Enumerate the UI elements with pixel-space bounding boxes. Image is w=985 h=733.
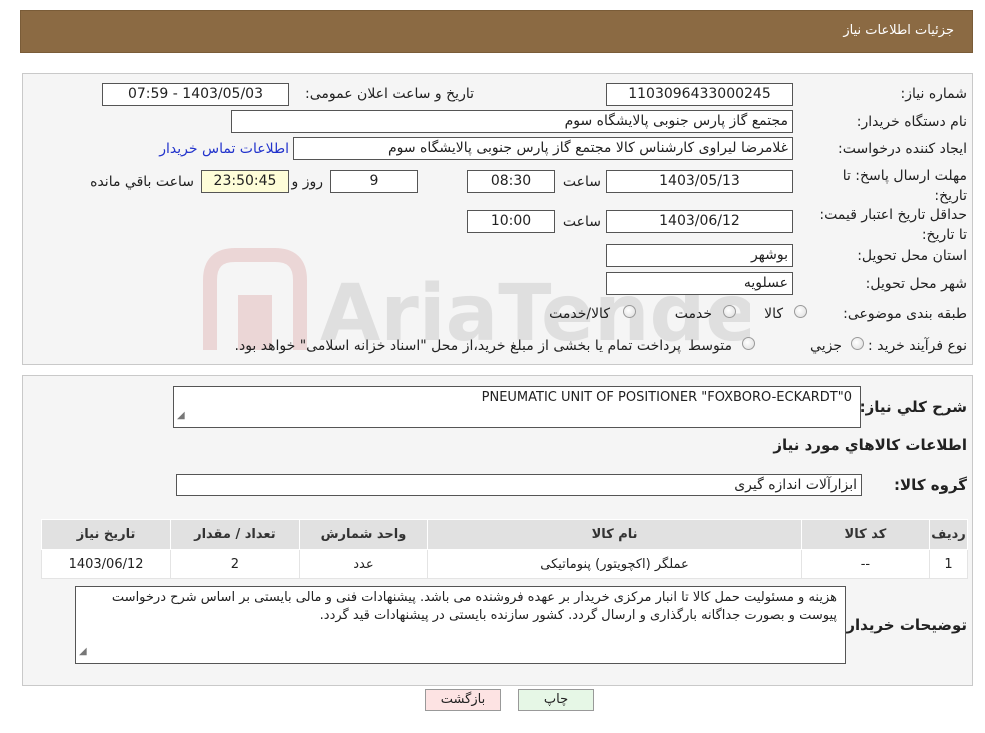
buyer-notes-text: هزینه و مسئولیت حمل کالا تا انبار مرکزی … xyxy=(111,590,837,623)
process-medium-label: متوسط xyxy=(688,338,732,354)
city-field: عسلویه xyxy=(606,272,793,295)
col-date: تاریخ نیاز xyxy=(40,519,172,550)
resize-grip-icon[interactable]: ◢ xyxy=(177,407,185,425)
process-label: نوع فرآیند خرید : xyxy=(868,338,967,354)
process-radio-minor[interactable] xyxy=(851,337,864,350)
days-field: 9 xyxy=(330,170,418,193)
buyer-contact-link[interactable]: اطلاعات تماس خریدار xyxy=(159,141,289,157)
announce-label: تاریخ و ساعت اعلان عمومی: xyxy=(305,86,474,102)
category-service-label: خدمت xyxy=(674,306,712,322)
goods-group-label: گروه کالا: xyxy=(894,476,967,494)
process-minor-label: جزیي xyxy=(810,338,842,354)
col-code: کد کالا xyxy=(800,519,931,550)
price-time-field: 10:00 xyxy=(467,210,555,233)
cell-qty: 2 xyxy=(170,549,300,579)
remaining-time-field: 23:50:45 xyxy=(201,170,289,193)
col-row: ردیف xyxy=(929,519,968,550)
category-radio-service[interactable] xyxy=(723,305,736,318)
buyer-org-field: مجتمع گاز پارس جنوبی پالایشگاه سوم xyxy=(231,110,793,133)
cell-name: عملگر (اکچویتور) پنوماتیکی xyxy=(427,549,802,579)
remaining-label: ساعت باقي مانده xyxy=(90,174,194,190)
back-button[interactable]: بازگشت xyxy=(425,689,501,711)
page-title: جزئیات اطلاعات نیاز xyxy=(843,23,954,38)
cell-code: -- xyxy=(800,549,931,579)
province-field: بوشهر xyxy=(606,244,793,267)
process-radio-medium[interactable] xyxy=(742,337,755,350)
col-unit: واحد شمارش xyxy=(298,519,429,550)
announce-datetime-field: 1403/05/03 - 07:59 xyxy=(102,83,289,106)
cell-row: 1 xyxy=(929,549,968,579)
cell-date: 1403/06/12 xyxy=(40,549,172,579)
province-label: استان محل تحویل: xyxy=(857,248,967,264)
need-number-field: 1103096433000245 xyxy=(606,83,793,106)
days-label: روز و xyxy=(291,174,324,190)
category-goods-label: کالا xyxy=(764,306,783,322)
goods-group-field: ابزارآلات اندازه گیری xyxy=(176,474,862,496)
buyer-notes-label: توضیحات خریدار: xyxy=(840,616,967,634)
reply-time-field: 08:30 xyxy=(467,170,555,193)
reply-time-label: ساعت xyxy=(562,174,601,190)
need-number-label: شماره نیاز: xyxy=(900,86,968,102)
category-radio-goods-service[interactable] xyxy=(623,305,636,318)
category-radio-goods[interactable] xyxy=(794,305,807,318)
buyer-org-label: نام دستگاه خریدار: xyxy=(856,114,967,130)
cell-unit: عدد xyxy=(298,549,429,579)
summary-textarea[interactable]: PNEUMATIC UNIT OF POSITIONER "FOXBORO-EC… xyxy=(173,386,861,428)
summary-label: شرح کلي نیاز: xyxy=(859,398,967,416)
goods-table-header: ردیف کد کالا نام کالا واحد شمارش تعداد /… xyxy=(40,519,968,550)
process-payment-note: پرداخت تمام یا بخشی از مبلغ خرید،از محل … xyxy=(234,338,681,354)
requester-field: غلامرضا لیراوی کارشناس کالا مجتمع گاز پا… xyxy=(293,137,793,160)
goods-table: ردیف کد کالا نام کالا واحد شمارش تعداد /… xyxy=(40,519,968,579)
buyer-notes-textarea[interactable]: هزینه و مسئولیت حمل کالا تا انبار مرکزی … xyxy=(75,586,846,664)
reply-date-field: 1403/05/13 xyxy=(606,170,793,193)
requester-label: ایجاد کننده درخواست: xyxy=(838,141,967,157)
col-name: نام کالا xyxy=(427,519,802,550)
price-date-field: 1403/06/12 xyxy=(606,210,793,233)
category-goods-service-label: کالا/خدمت xyxy=(549,306,610,322)
col-qty: تعداد / مقدار xyxy=(170,519,300,550)
goods-section-title: اطلاعات کالاهاي مورد نیاز xyxy=(773,436,967,454)
print-button[interactable]: چاپ xyxy=(518,689,594,711)
category-label: طبقه بندی موضوعی: xyxy=(843,306,967,322)
price-time-label: ساعت xyxy=(562,214,601,230)
summary-text: PNEUMATIC UNIT OF POSITIONER "FOXBORO-EC… xyxy=(481,390,852,405)
table-row: 1 -- عملگر (اکچویتور) پنوماتیکی عدد 2 14… xyxy=(40,549,968,579)
page-header: جزئیات اطلاعات نیاز xyxy=(20,10,973,53)
reply-deadline-label: مهلت ارسال پاسخ: تا تاریخ: xyxy=(842,168,967,204)
price-validity-label: حداقل تاریخ اعتبار قیمت: تا تاریخ: xyxy=(819,207,967,243)
resize-grip-icon[interactable]: ◢ xyxy=(79,643,87,661)
city-label: شهر محل تحویل: xyxy=(865,276,967,292)
